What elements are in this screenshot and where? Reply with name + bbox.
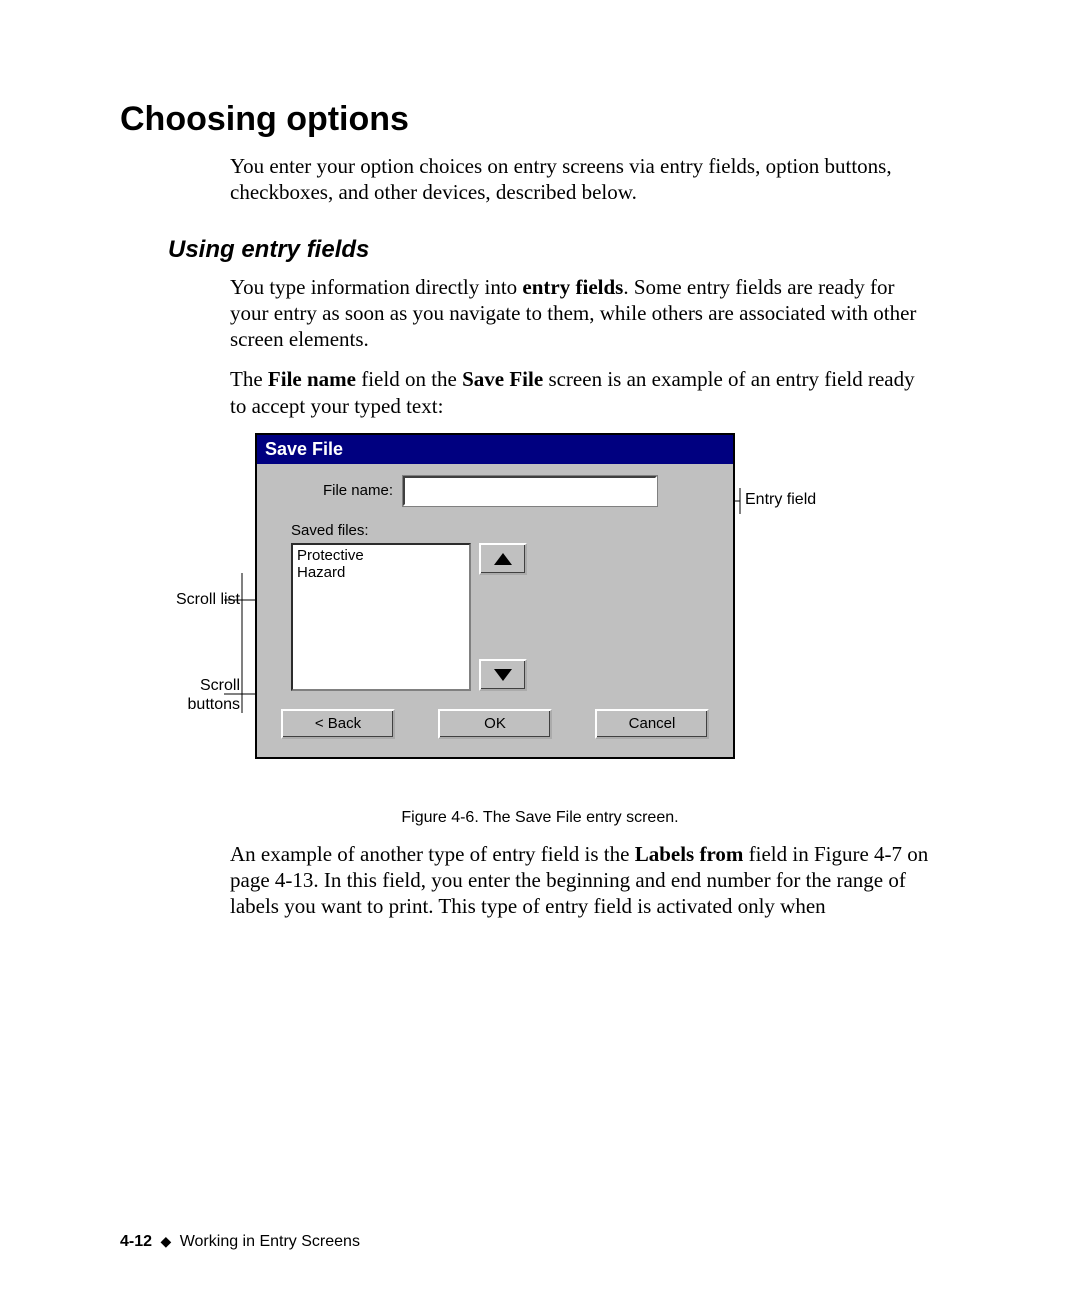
file-name-label: File name: (271, 482, 403, 499)
list-item[interactable]: Hazard (297, 564, 465, 581)
page-footer: 4-12 ◆ Working in Entry Screens (120, 1233, 360, 1251)
saved-files-label: Saved files: (291, 522, 719, 539)
triangle-down-icon (493, 668, 513, 682)
paragraph-labels-from: An example of another type of entry fiel… (230, 841, 930, 920)
scroll-up-button[interactable] (479, 543, 527, 575)
diamond-icon: ◆ (160, 1233, 171, 1249)
figure-caption: Figure 4-6. The Save File entry screen. (120, 809, 960, 827)
triangle-up-icon (493, 552, 513, 566)
page-heading: Choosing options (120, 100, 960, 139)
save-file-dialog: Save File File name: Saved files: Protec… (255, 433, 735, 759)
paragraph-file-name-example: The File name field on the Save File scr… (230, 366, 930, 419)
callout-scroll-list: Scroll list (145, 591, 240, 609)
figure-save-file: Scroll list Scroll buttons Entry field S… (120, 433, 960, 793)
footer-section: Working in Entry Screens (180, 1233, 360, 1250)
list-item[interactable]: Protective (297, 547, 465, 564)
paragraph-entry-fields: You type information directly into entry… (230, 274, 930, 353)
callout-entry-field: Entry field (745, 491, 865, 509)
saved-files-list[interactable]: Protective Hazard (291, 543, 471, 691)
ok-button[interactable]: OK (438, 709, 552, 739)
back-button[interactable]: < Back (281, 709, 395, 739)
file-name-input[interactable] (403, 476, 657, 506)
scroll-down-button[interactable] (479, 659, 527, 691)
page-number: 4-12 (120, 1233, 152, 1250)
dialog-title: Save File (257, 435, 733, 464)
intro-paragraph: You enter your option choices on entry s… (230, 153, 930, 206)
cancel-button[interactable]: Cancel (595, 709, 709, 739)
callout-scroll-buttons: Scroll buttons (145, 676, 240, 714)
subheading: Using entry fields (168, 236, 960, 264)
